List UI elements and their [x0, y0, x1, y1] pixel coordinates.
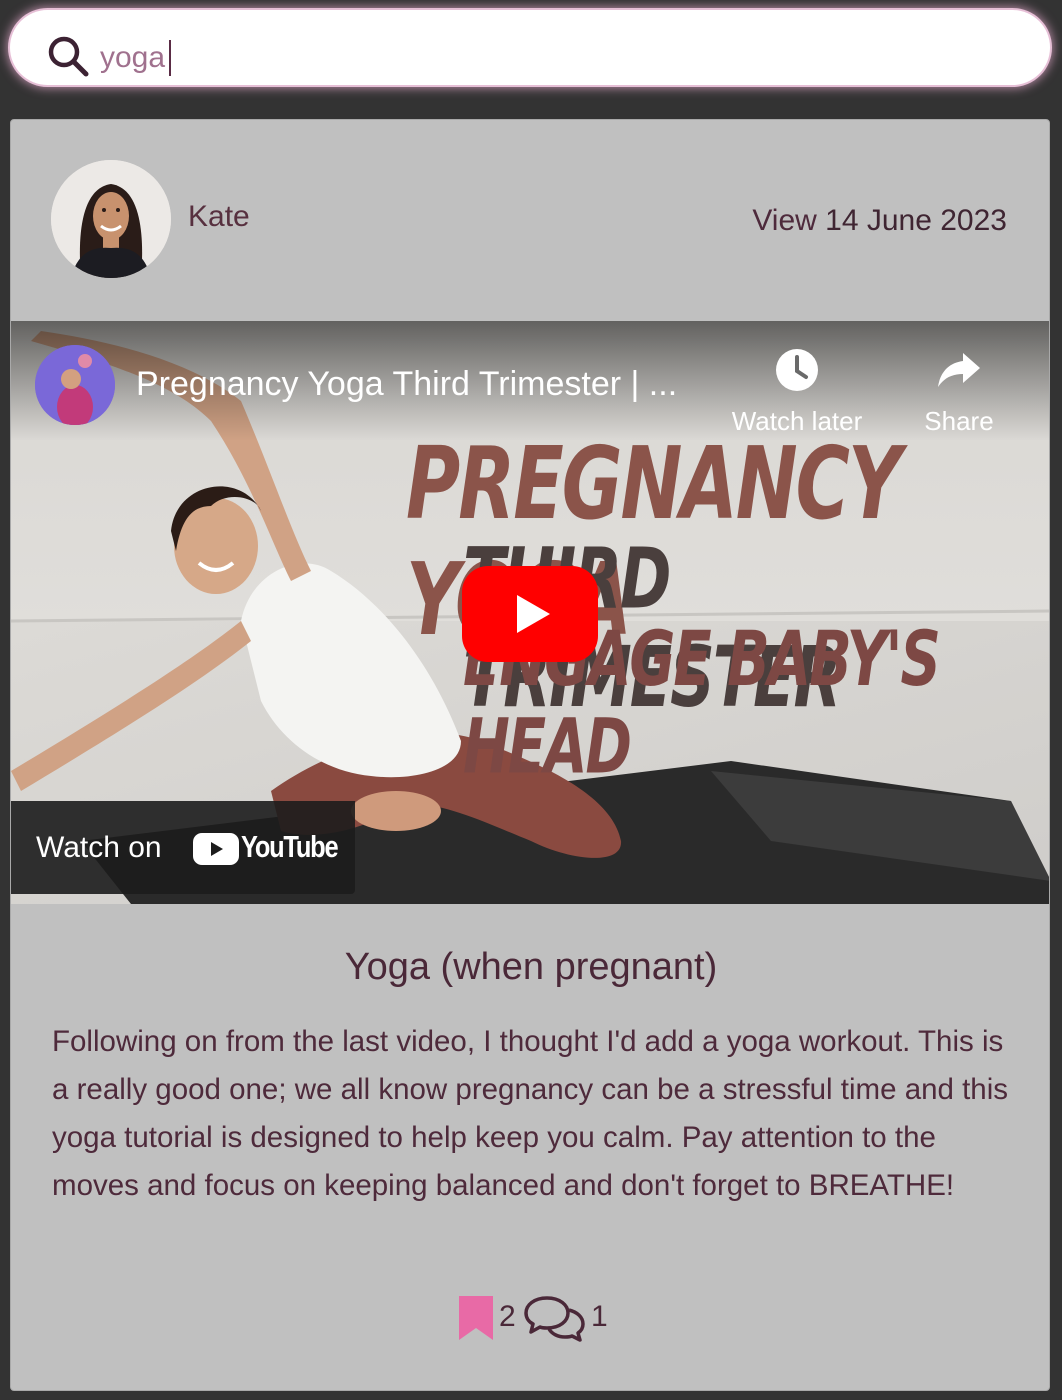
youtube-logo-icon	[193, 833, 239, 865]
play-icon[interactable]	[462, 566, 598, 662]
post-title: Yoga (when pregnant)	[344, 946, 718, 988]
watch-on-youtube-button[interactable]: Watch on YouTube	[11, 801, 355, 894]
author-avatar[interactable]	[51, 160, 171, 278]
date-value: 14 June 2023	[825, 204, 1007, 237]
share-label: Share	[924, 406, 994, 436]
text-caret	[169, 40, 171, 76]
channel-avatar[interactable]	[35, 345, 115, 425]
post-card: Kate View 14 June 2023 PREGNANCY TRIMEST…	[10, 119, 1050, 1391]
share-arrow-icon	[938, 353, 980, 387]
share-button[interactable]: Share	[909, 347, 1009, 437]
bookmark-count: 2	[499, 1300, 516, 1333]
watch-later-button[interactable]: Watch later	[727, 347, 867, 437]
clock-icon	[776, 349, 818, 391]
comment-count: 1	[591, 1300, 608, 1333]
embedded-video[interactable]: PREGNANCY YOGA THIRD TRIMESTER ENGAGE BA…	[11, 321, 1049, 904]
comments-icon[interactable]	[523, 1294, 587, 1342]
bookmark-icon[interactable]	[457, 1294, 495, 1342]
search-icon	[48, 36, 89, 77]
post-body: Following on from the last video, I thou…	[52, 1025, 1009, 1202]
youtube-wordmark: YouTube	[241, 829, 339, 864]
author-name[interactable]: Kate	[188, 200, 250, 234]
search-input[interactable]: yoga	[100, 38, 165, 78]
post-date: View 14 June 2023	[752, 204, 1007, 238]
date-prefix: View	[752, 204, 817, 237]
watch-on-label: Watch on	[36, 831, 162, 864]
search-bar[interactable]: yoga	[10, 10, 1050, 85]
watch-later-label: Watch later	[731, 406, 863, 436]
video-title[interactable]: Pregnancy Yoga Third Trimester | ...	[136, 365, 677, 404]
